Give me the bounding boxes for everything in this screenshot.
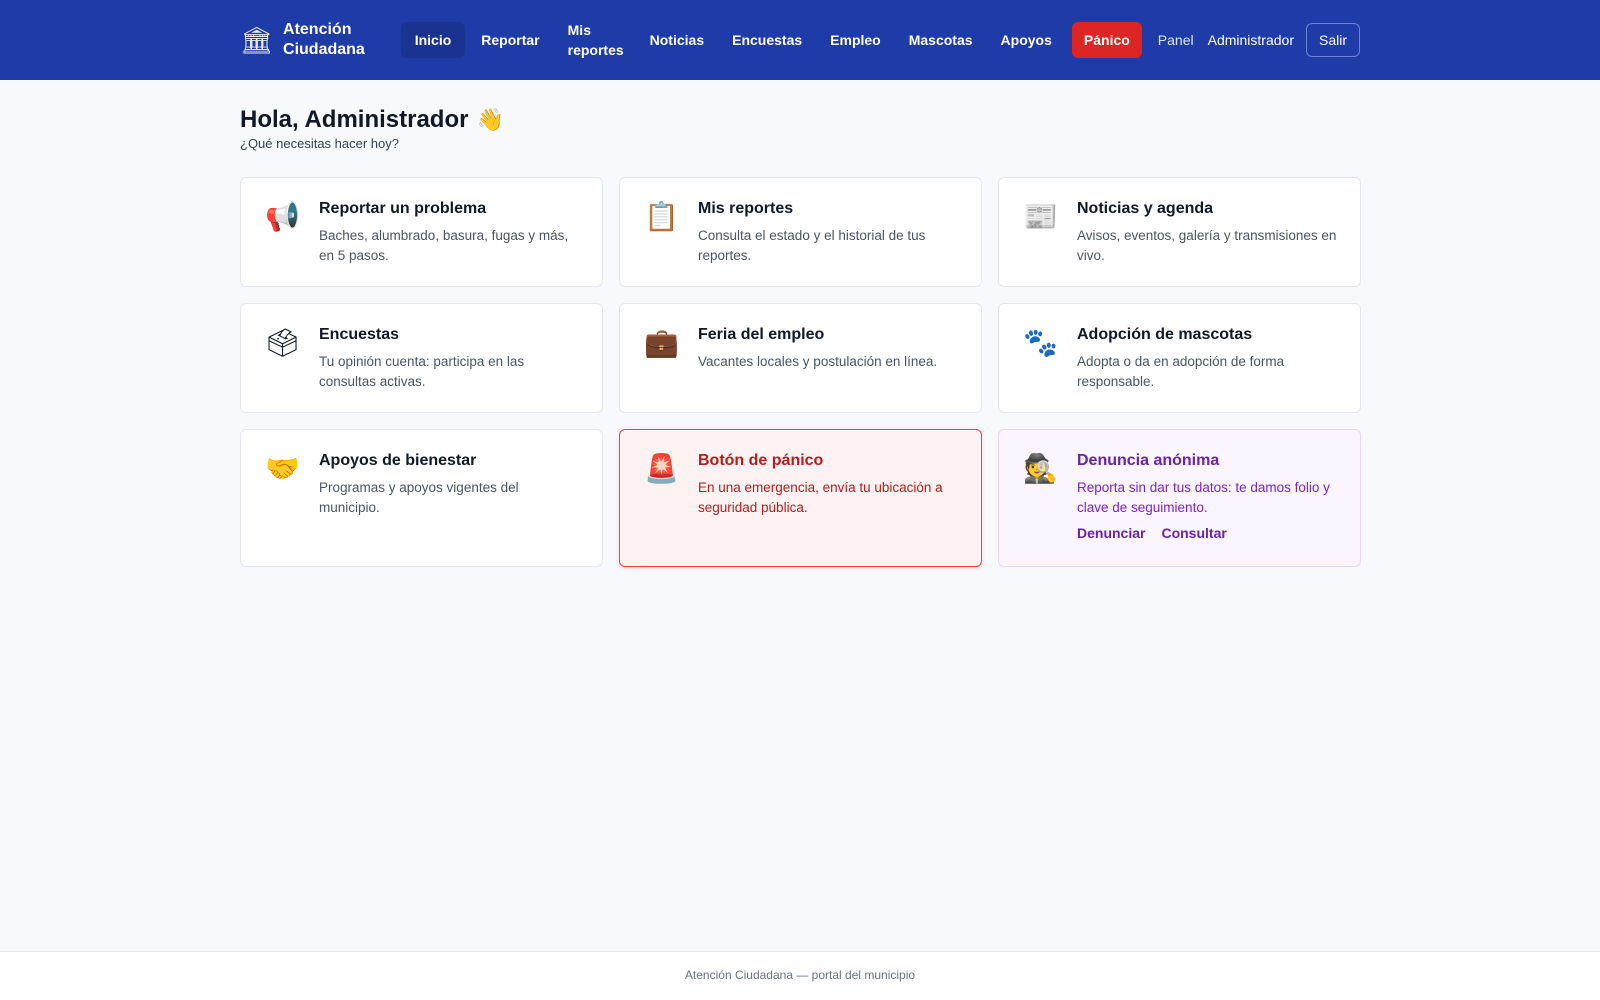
card-description: Vacantes locales y postulación en línea.: [698, 354, 938, 369]
nav-item-noticias[interactable]: Noticias: [636, 22, 718, 58]
brand[interactable]: 🏛 Atención Ciudadana: [240, 20, 401, 60]
page-title: Hola, Administrador 👋: [240, 106, 1360, 134]
service-cards-grid: 📢 Reportar un problema Baches, alumbrado…: [240, 177, 1361, 567]
nav-item-apoyos[interactable]: Apoyos: [987, 22, 1066, 58]
card-title: Botón de pánico: [698, 452, 824, 469]
nav-item-empleo[interactable]: Empleo: [816, 22, 895, 58]
siren-icon: 🚨: [644, 453, 679, 484]
card-encuestas[interactable]: 🗳 Encuestas Tu opinión cuenta: participa…: [240, 303, 603, 413]
nav-item-reportar[interactable]: Reportar: [467, 22, 553, 58]
card-description: Adopta o da en adopción de forma respons…: [1077, 354, 1285, 389]
megaphone-icon: 📢: [265, 201, 300, 232]
card-title: Encuestas: [319, 326, 400, 343]
nav-item-encuestas[interactable]: Encuestas: [718, 22, 816, 58]
card-description: En una emergencia, envía tu ubicación a …: [698, 480, 943, 515]
footer: Atención Ciudadana — portal del municipi…: [0, 951, 1600, 1000]
anon-actions: Denunciar Consultar: [1077, 525, 1340, 541]
card-apoyos-bienestar[interactable]: 🤝 Apoyos de bienestar Programas y apoyos…: [240, 429, 603, 567]
panic-button[interactable]: Pánico: [1071, 22, 1142, 58]
card-title: Mis reportes: [698, 200, 794, 217]
panel-link[interactable]: Panel: [1158, 32, 1194, 48]
card-title: Denuncia anónima: [1077, 452, 1220, 469]
card-title: Feria del empleo: [698, 326, 825, 343]
consultar-link[interactable]: Consultar: [1161, 525, 1226, 541]
briefcase-icon: 💼: [644, 327, 679, 358]
card-description: Baches, alumbrado, basura, fugas y más, …: [319, 228, 569, 263]
card-boton-panico[interactable]: 🚨 Botón de pánico En una emergencia, env…: [619, 429, 982, 567]
footer-text: Atención Ciudadana — portal del municipi…: [684, 968, 916, 982]
card-description: Tu opinión cuenta: participa en las cons…: [319, 354, 525, 389]
card-description: Reporta sin dar tus datos: te damos foli…: [1077, 480, 1330, 515]
user-name: Administrador: [1207, 32, 1294, 48]
card-reportar-problema[interactable]: 📢 Reportar un problema Baches, alumbrado…: [240, 177, 603, 287]
ballot-box-icon: 🗳: [265, 327, 301, 358]
brand-name: Atención Ciudadana: [283, 21, 365, 58]
newspaper-icon: 📰: [1023, 201, 1058, 232]
main-content: Hola, Administrador 👋 ¿Qué necesitas hac…: [240, 80, 1361, 567]
clipboard-icon: 📋: [644, 201, 679, 232]
handshake-icon: 🤝: [265, 453, 300, 484]
card-feria-empleo[interactable]: 💼 Feria del empleo Vacantes locales y po…: [619, 303, 982, 413]
paw-prints-icon: 🐾: [1023, 327, 1058, 358]
top-navbar: 🏛 Atención Ciudadana Inicio Reportar Mis…: [0, 0, 1600, 80]
main-nav: Inicio Reportar Mis reportes Noticias En…: [400, 0, 1142, 80]
waving-hand-icon: 👋: [476, 107, 504, 132]
greeting-text: Hola, Administrador: [240, 106, 469, 133]
card-description: Consulta el estado y el historial de tus…: [698, 228, 926, 263]
card-denuncia-anonima: 🕵 Denuncia anónima Reporta sin dar tus d…: [998, 429, 1361, 567]
card-title: Noticias y agenda: [1077, 200, 1214, 217]
logout-button[interactable]: Salir: [1305, 23, 1360, 57]
nav-item-mascotas[interactable]: Mascotas: [895, 22, 987, 58]
card-title: Adopción de mascotas: [1077, 326, 1253, 343]
card-description: Avisos, eventos, galería y transmisiones…: [1077, 228, 1337, 263]
card-title: Reportar un problema: [319, 200, 487, 217]
card-title: Apoyos de bienestar: [319, 452, 477, 469]
card-adopcion-mascotas[interactable]: 🐾 Adopción de mascotas Adopta o da en ad…: [998, 303, 1361, 413]
card-description: Programas y apoyos vigentes del municipi…: [319, 480, 519, 515]
government-building-icon: 🏛: [240, 25, 274, 55]
detective-icon: 🕵: [1023, 453, 1058, 484]
page-subtitle: ¿Qué necesitas hacer hoy?: [240, 136, 399, 151]
denunciar-link[interactable]: Denunciar: [1077, 525, 1145, 541]
nav-item-inicio[interactable]: Inicio: [400, 22, 466, 58]
card-mis-reportes[interactable]: 📋 Mis reportes Consulta el estado y el h…: [619, 177, 982, 287]
card-noticias-agenda[interactable]: 📰 Noticias y agenda Avisos, eventos, gal…: [998, 177, 1361, 287]
user-area: Panel Administrador Salir: [1158, 23, 1360, 57]
nav-item-mis-reportes[interactable]: Mis reportes: [554, 22, 636, 58]
